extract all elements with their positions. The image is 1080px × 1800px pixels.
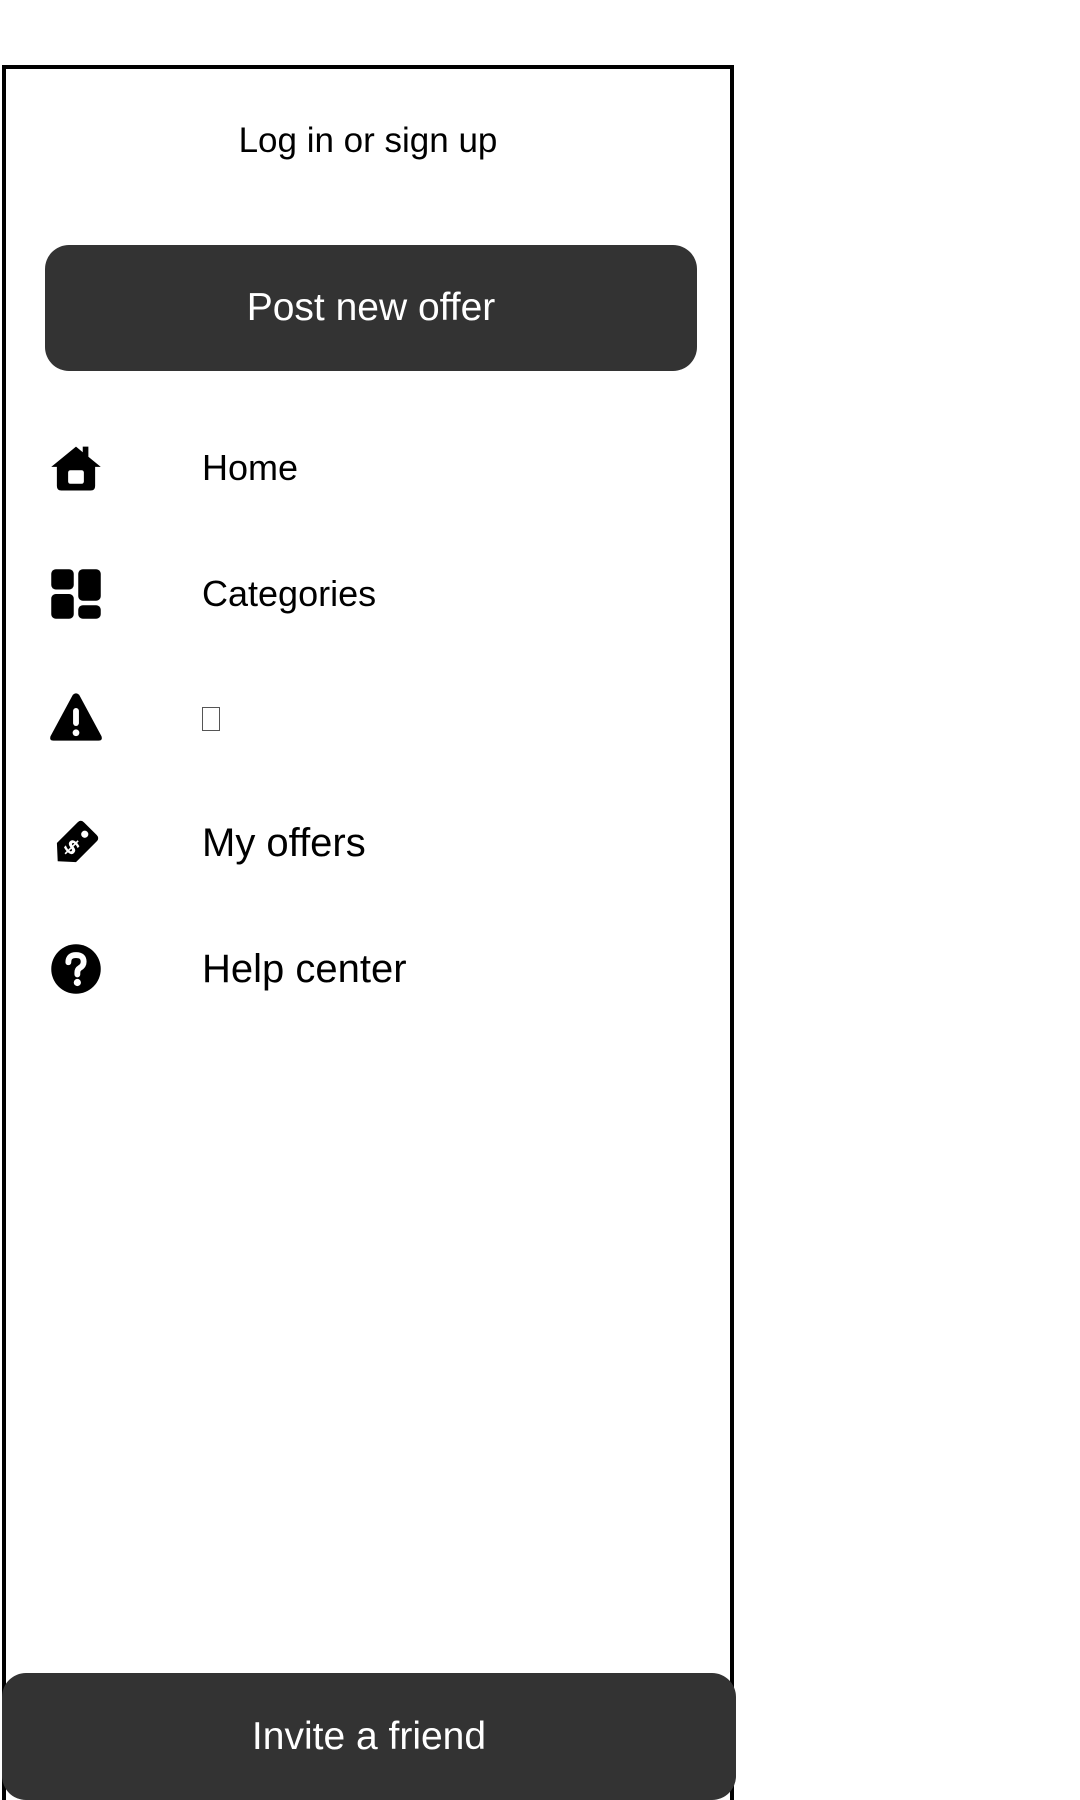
menu-item-home[interactable]: Home	[6, 428, 730, 508]
menu-item-help-center[interactable]: Help center	[6, 929, 730, 1009]
post-new-offer-button[interactable]: Post new offer	[45, 245, 697, 371]
help-circle-icon	[48, 941, 104, 997]
menu-item-alerts[interactable]	[6, 677, 730, 757]
home-icon	[48, 440, 104, 496]
menu-item-label: Help center	[202, 947, 407, 991]
menu-item-my-offers[interactable]: $ My offers	[6, 803, 730, 883]
menu-item-label: Categories	[202, 573, 377, 614]
menu-item-label: My offers	[202, 821, 366, 865]
menu-item-label-missing-glyph	[202, 697, 220, 737]
warning-icon	[48, 689, 104, 745]
missing-glyph-box	[202, 707, 220, 732]
dashboard-icon	[48, 566, 104, 622]
price-tag-icon: $	[48, 815, 104, 871]
menu-item-label: Home	[202, 447, 299, 488]
invite-friend-button[interactable]: Invite a friend	[2, 1673, 736, 1800]
menu-item-categories[interactable]: Categories	[6, 554, 730, 634]
login-signup-link[interactable]: Log in or sign up	[6, 121, 730, 161]
navigation-drawer: Log in or sign up Post new offer Home Ca…	[2, 65, 734, 1800]
